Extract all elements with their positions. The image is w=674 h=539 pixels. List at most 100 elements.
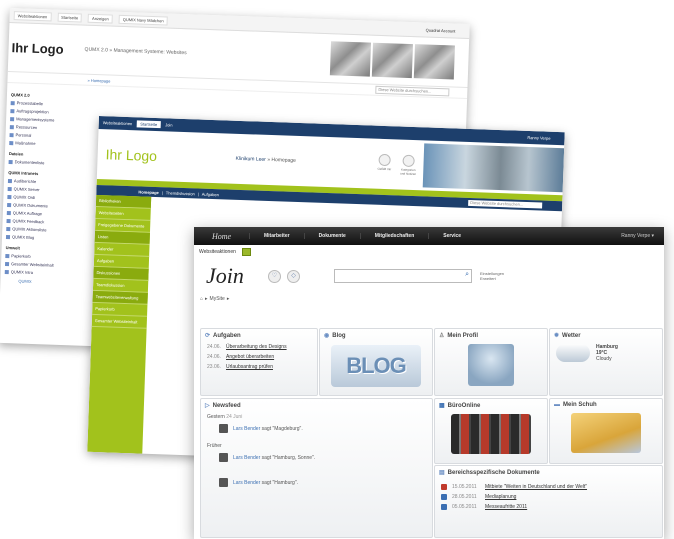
task-item[interactable]: 24.06. Angebot überarbeiten <box>201 352 317 362</box>
search-icon[interactable]: ⌕ <box>465 271 469 279</box>
profile-tile[interactable]: ♙ Mein Profil <box>434 328 548 396</box>
avatar[interactable] <box>219 453 228 462</box>
back-sidebar-item[interactable]: Maßnahme <box>9 140 71 147</box>
front-nav-service[interactable]: Service <box>428 233 475 239</box>
back-sidebar-item[interactable]: Dokumentenliste <box>9 159 71 166</box>
task-text[interactable]: Überarbeitung des Designs <box>226 344 287 350</box>
back-sidebar-item[interactable]: QUMIX Blog <box>6 234 68 241</box>
binders-image <box>451 414 531 454</box>
back-sidebar-head: QUMX 2.0 <box>10 92 30 98</box>
back-homelink[interactable]: » Homepage <box>87 77 110 83</box>
document-date: 15.05.2011 <box>452 484 477 490</box>
drawer-tile[interactable]: ▬ Mein Schuh <box>549 398 663 464</box>
document-item[interactable]: 28.05.2011 Mediaplanung <box>435 492 662 502</box>
middle-tab-join[interactable]: Join <box>165 122 173 127</box>
office-tile[interactable]: ▦ BüroOnline <box>434 398 548 464</box>
front-search-input[interactable]: ⌕ <box>334 269 472 283</box>
rim-image <box>413 44 455 80</box>
document-link[interactable]: Messeaufritte 2011 <box>485 504 527 510</box>
task-item[interactable]: 24.06. Überarbeitung des Designs <box>201 342 317 352</box>
middle-user-menu[interactable]: Ranny Verpe <box>527 135 550 141</box>
post-author[interactable]: Lars Bender <box>233 480 260 486</box>
back-sidebar-item[interactable]: Managementsysteme <box>10 116 72 123</box>
back-sidebar-item[interactable]: Ressourcen <box>10 124 72 131</box>
back-tab-view[interactable]: Anzeigen <box>87 13 113 24</box>
back-tab-actions[interactable]: Websiteaktionen <box>13 10 52 21</box>
back-sidebar-item[interactable]: Prozesstabelle <box>11 100 73 107</box>
newsfeed-post: Lars Bender sagt "Hamburg, Sonne". <box>201 451 432 464</box>
avatar[interactable] <box>219 478 228 487</box>
back-sidebar-item[interactable]: QUMIX Intra <box>5 269 67 276</box>
back-sidebar-item[interactable]: QUMIX Ordi <box>7 194 69 201</box>
back-sidebar-head: Umwelt <box>5 244 20 251</box>
back-search-input[interactable]: Diese Website durchsuchen... <box>375 85 450 97</box>
document-item[interactable]: 05.05.2011 Messeaufritte 2011 <box>435 502 662 512</box>
rim-image <box>329 41 372 77</box>
like-icon[interactable]: ♡ <box>268 269 281 283</box>
front-user-menu[interactable]: Ranny Verpe ▾ <box>621 233 654 239</box>
document-link[interactable]: Mediaplanung <box>485 494 516 500</box>
front-nav-memberships[interactable]: Mitgliedschaften <box>359 233 428 239</box>
post-author[interactable]: Lars Bender <box>233 426 260 432</box>
newsfeed-header[interactable]: ▷ Newsfeed <box>201 399 432 412</box>
newsfeed-post: Lars Bender sagt "Magdeburg". <box>201 422 432 435</box>
edit-page-icon[interactable] <box>241 248 251 256</box>
sun-icon: ✹ <box>554 333 560 339</box>
home-icon[interactable]: ⌂ <box>200 296 203 302</box>
drawer-title: Mein Schuh <box>563 402 597 408</box>
task-date: 24.06. <box>207 354 221 360</box>
post-author[interactable]: Lars Bender <box>233 455 260 461</box>
tasks-header[interactable]: ⟳ Aufgaben <box>201 329 317 342</box>
back-sidebar-item[interactable]: Papierkorb <box>5 253 67 260</box>
middle-nav-tasks[interactable]: Aufgaben <box>202 191 219 197</box>
task-text[interactable]: Urlaubsantrag prüfen <box>226 364 273 370</box>
like-icon <box>378 153 391 166</box>
front-nav-employees[interactable]: Mitarbeiter <box>249 233 304 239</box>
task-item[interactable]: 23.06. Urlaubsantrag prüfen <box>201 362 317 372</box>
front-nav-home[interactable]: Home <box>194 232 249 241</box>
back-sidebar-item[interactable]: QUMIX Server <box>8 186 70 193</box>
middle-nav-home[interactable]: Homepage <box>138 189 159 195</box>
feed-icon: ▷ <box>205 403 210 409</box>
weather-condition: Cloudy <box>596 356 612 362</box>
back-sidebar-item[interactable]: Personal <box>9 132 71 139</box>
back-sidebar: QUMX 2.0 Prozesstabelle Auftragsprojekti… <box>4 86 73 285</box>
building-banner-image <box>422 143 565 193</box>
back-sidebar-item[interactable]: Auftragsprojektion <box>10 108 72 115</box>
middle-search-input[interactable]: Diese Website durchsuchen... <box>468 199 543 209</box>
document-link[interactable]: Mitbiete "Weiten in Deutschland und der … <box>485 484 587 490</box>
tag-icon[interactable]: ◇ <box>287 269 300 283</box>
front-site-actions[interactable]: Websiteaktionen <box>199 249 236 255</box>
front-breadcrumb: ⌂ ▸ MySite ▸ <box>194 293 664 305</box>
middle-crumb-site[interactable]: Klinikum Leer <box>235 156 265 163</box>
weather-tile[interactable]: ✹ Wetter Hamburg 19°C Cloudy <box>549 328 663 396</box>
documents-header[interactable]: ▤ Bereichsspezifische Dokumente <box>435 466 662 479</box>
back-sidebar-item[interactable]: Audiberichte <box>8 178 70 185</box>
back-sidebar-item[interactable]: QUMIX Auftrage <box>7 210 69 217</box>
like-button[interactable]: Gefällt mir <box>375 153 394 175</box>
back-sidebar-head: Dateien <box>8 151 24 157</box>
back-sidebar-item[interactable]: Gesamter Websiteinhalt <box>5 261 67 268</box>
avatar[interactable] <box>219 424 228 433</box>
blog-tile[interactable]: ◉ Blog BLOG <box>319 328 433 396</box>
quicklaunch-item[interactable]: Gesamter Websiteinhalt <box>91 314 148 329</box>
document-item[interactable]: 15.05.2011 Mitbiete "Weiten in Deutschlan… <box>435 482 662 492</box>
middle-nav-discussion[interactable]: Themdiskussion <box>166 190 195 196</box>
tags-button[interactable]: Kategorien und Notizen <box>399 154 418 176</box>
back-footer[interactable]: QUMIX <box>18 278 66 285</box>
breadcrumb-mysite[interactable]: MySite <box>210 296 225 302</box>
middle-tab-home[interactable]: Startseite <box>136 120 162 129</box>
grid-icon: ▦ <box>439 403 445 409</box>
back-sidebar-item[interactable]: QUMIX Aktionsliste <box>6 226 68 233</box>
back-sidebar-item[interactable]: QUMIX Dokumente <box>7 202 69 209</box>
search-advanced-link[interactable]: Erweitert <box>480 276 504 281</box>
profile-figure-image <box>468 344 514 386</box>
back-tab-site[interactable]: QUMIX Navy Mädchen <box>118 14 168 26</box>
task-text[interactable]: Angebot überarbeiten <box>226 354 274 360</box>
back-sidebar-item[interactable]: QUMIX Feedback <box>6 218 68 225</box>
front-nav-documents[interactable]: Dokumente <box>303 233 360 239</box>
back-user[interactable]: Quadrat Account <box>426 27 456 33</box>
back-tab-home[interactable]: Startseite <box>57 12 83 23</box>
middle-site-actions[interactable]: Websiteaktionen <box>103 120 133 126</box>
back-sidebar-head: QUMX Intranets <box>8 170 39 177</box>
